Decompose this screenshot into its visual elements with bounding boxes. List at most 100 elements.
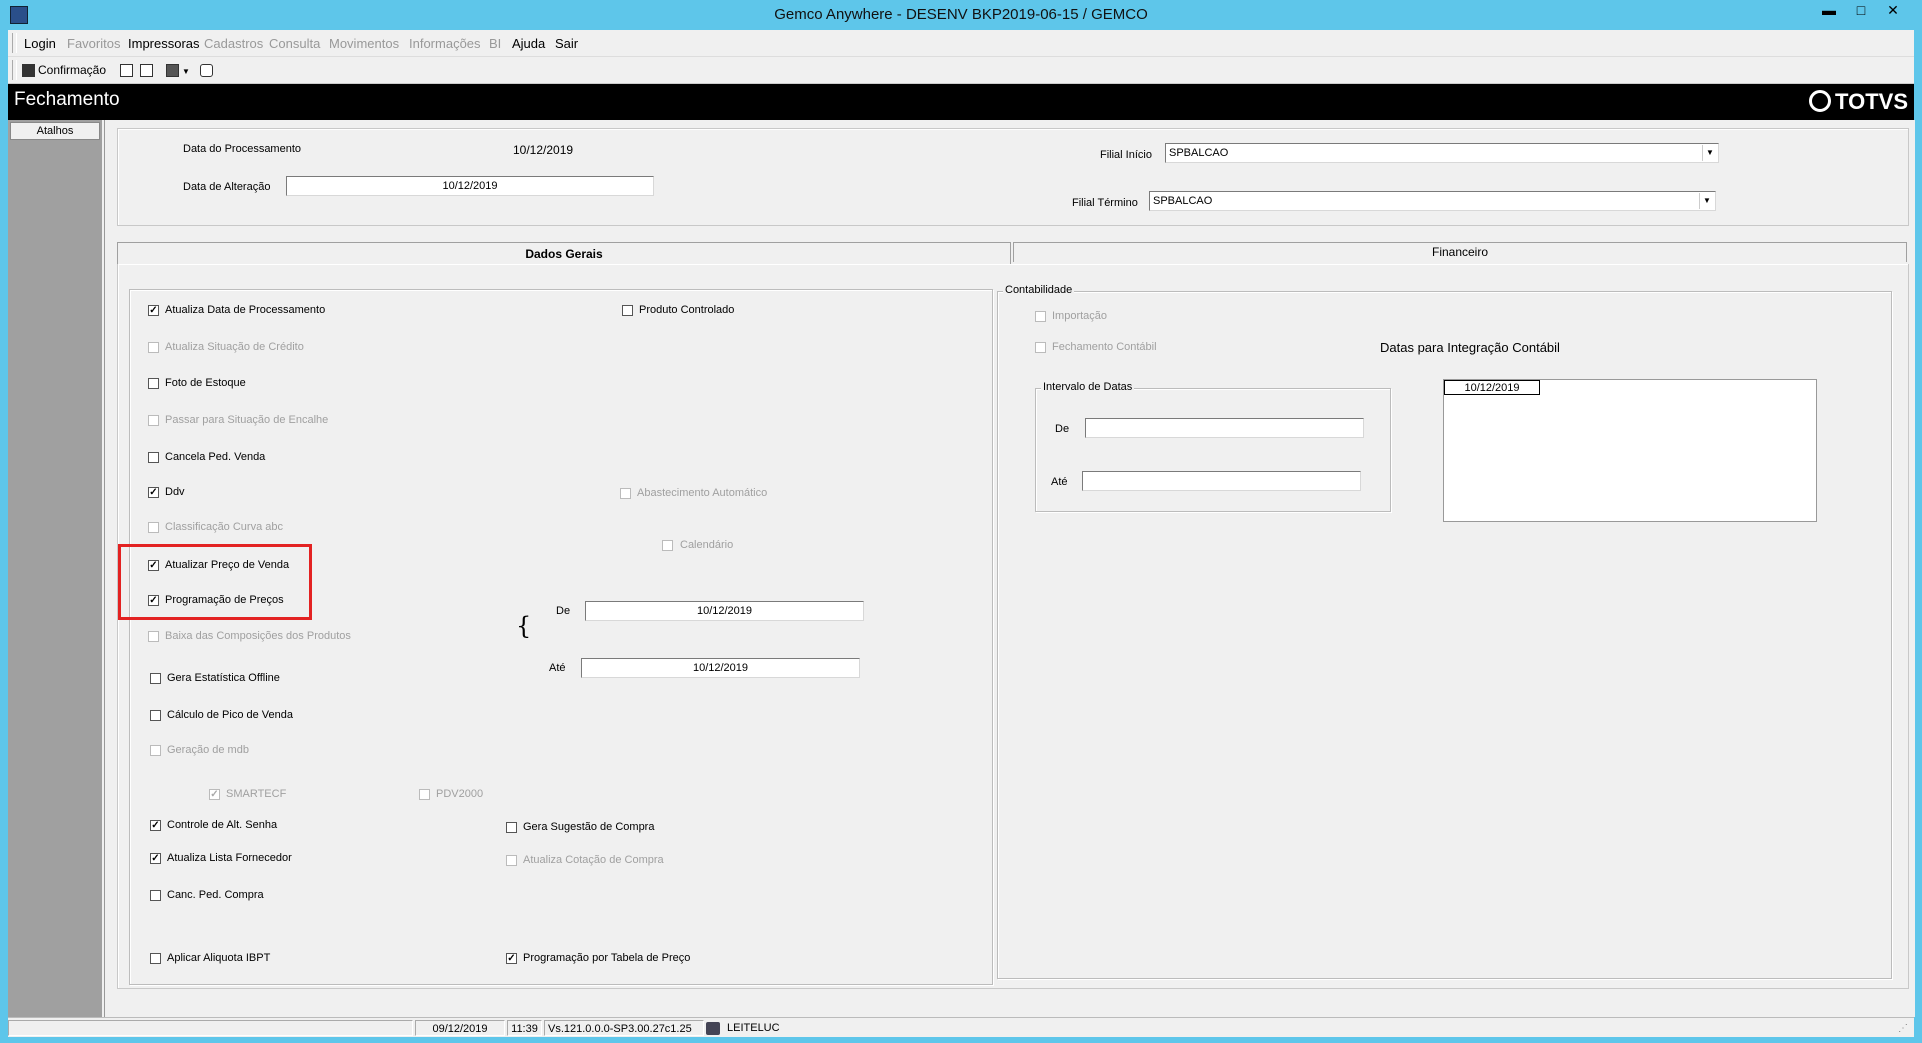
- menu-cadastros[interactable]: Cadastros: [204, 36, 263, 51]
- brace-icon: {: [516, 612, 532, 640]
- importacao-label: Importação: [1052, 310, 1108, 322]
- menu-impressoras[interactable]: Impressoras: [128, 36, 200, 51]
- importacao-checkbox[interactable]: [1035, 311, 1046, 322]
- atualiza-data-label: Atualiza Data de Processamento: [165, 304, 326, 316]
- ddv-checkbox[interactable]: [148, 487, 159, 498]
- status-cell-empty: [8, 1020, 413, 1036]
- contab-de-field[interactable]: [1085, 418, 1364, 438]
- filial-termino-select[interactable]: SPBALCAO ▼: [1149, 191, 1716, 211]
- totvs-logo-icon: [1809, 90, 1832, 112]
- contab-ate-field[interactable]: [1082, 471, 1361, 491]
- tab-financeiro[interactable]: Financeiro: [1013, 242, 1907, 262]
- canc-ped-compra-checkbox[interactable]: [150, 890, 161, 901]
- menu-movimentos[interactable]: Movimentos: [329, 36, 399, 51]
- window-frame-right: [1914, 30, 1922, 1043]
- close-button[interactable]: ✕: [1880, 1, 1906, 21]
- gera-estatistica-label: Gera Estatística Offline: [167, 672, 280, 684]
- data-processamento-value: 10/12/2019: [513, 143, 574, 157]
- produto-controlado-checkbox[interactable]: [622, 305, 633, 316]
- calculo-pico-checkbox[interactable]: [150, 710, 161, 721]
- aplicar-ibpt-checkbox[interactable]: [150, 953, 161, 964]
- copy-button[interactable]: [140, 61, 156, 79]
- calendario-checkbox[interactable]: [662, 540, 673, 551]
- status-bar: 09/12/2019 11:39 Vs.121.0.0.0-SP3.00.27c…: [8, 1017, 1914, 1038]
- toolbar: Confirmação ▼: [8, 57, 1914, 84]
- contabilidade-title: Contabilidade: [1003, 284, 1075, 296]
- maximize-button[interactable]: □: [1848, 1, 1874, 21]
- print-button[interactable]: ▼: [166, 61, 190, 79]
- prog-de-field[interactable]: 10/12/2019: [585, 601, 864, 621]
- datas-integracao-list[interactable]: 10/12/2019: [1443, 379, 1817, 522]
- data-alteracao-field[interactable]: 10/12/2019: [286, 176, 654, 196]
- menu-sair[interactable]: Sair: [555, 36, 578, 51]
- pdv2000-checkbox[interactable]: [419, 789, 430, 800]
- passar-encalhe-checkbox[interactable]: [148, 415, 159, 426]
- status-user: LEITELUC: [727, 1022, 780, 1034]
- window-title: Gemco Anywhere - DESENV BKP2019-06-15 / …: [774, 6, 1148, 23]
- menu-bi[interactable]: BI: [489, 36, 501, 51]
- minimize-button[interactable]: ▬: [1816, 1, 1842, 21]
- filial-termino-label: Filial Término: [1072, 197, 1138, 209]
- smartecf-checkbox[interactable]: [209, 789, 220, 800]
- atualiza-situacao-checkbox[interactable]: [148, 342, 159, 353]
- cancela-ped-venda-checkbox[interactable]: [148, 452, 159, 463]
- window-frame-left: [0, 30, 8, 1043]
- calculo-pico-label: Cálculo de Pico de Venda: [167, 709, 293, 721]
- window-frame-bottom: [0, 1037, 1922, 1043]
- aplicar-ibpt-label: Aplicar Aliquota IBPT: [167, 952, 271, 964]
- foto-estoque-label: Foto de Estoque: [165, 377, 246, 389]
- contab-ate-label: Até: [1051, 476, 1068, 488]
- page-title: Fechamento: [14, 89, 120, 110]
- filial-inicio-select[interactable]: SPBALCAO ▼: [1165, 143, 1719, 163]
- classificacao-abc-label: Classificação Curva abc: [165, 521, 283, 533]
- foto-estoque-checkbox[interactable]: [148, 378, 159, 389]
- fechamento-contabil-checkbox[interactable]: [1035, 342, 1046, 353]
- datas-integracao-label: Datas para Integração Contábil: [1380, 340, 1560, 355]
- title-bar: Gemco Anywhere - DESENV BKP2019-06-15 / …: [0, 0, 1922, 30]
- programacao-tabela-checkbox[interactable]: [506, 953, 517, 964]
- intervalo-datas-group: [1035, 388, 1391, 512]
- menu-consulta[interactable]: Consulta: [269, 36, 320, 51]
- resize-grip-icon[interactable]: ⋰: [1898, 1023, 1908, 1034]
- atualiza-data-checkbox[interactable]: [148, 305, 159, 316]
- cancela-ped-venda-label: Cancela Ped. Venda: [165, 451, 266, 463]
- fechamento-contabil-label: Fechamento Contábil: [1052, 341, 1157, 353]
- list-item[interactable]: 10/12/2019: [1444, 380, 1540, 395]
- passar-encalhe-label: Passar para Situação de Encalhe: [165, 414, 329, 426]
- produto-controlado-label: Produto Controlado: [639, 304, 735, 316]
- baixa-composicoes-checkbox[interactable]: [148, 631, 159, 642]
- atalhos-button[interactable]: Atalhos: [10, 122, 100, 140]
- gera-estatistica-checkbox[interactable]: [150, 673, 161, 684]
- confirm-label: Confirmação: [38, 63, 107, 77]
- menu-favoritos[interactable]: Favoritos: [67, 36, 120, 51]
- highlight-box: [118, 544, 312, 620]
- calendario-label: Calendário: [680, 539, 734, 551]
- classificacao-abc-checkbox[interactable]: [148, 522, 159, 533]
- chevron-down-icon[interactable]: ▼: [1699, 193, 1714, 209]
- abastecimento-checkbox[interactable]: [620, 488, 631, 499]
- prog-ate-field[interactable]: 10/12/2019: [581, 658, 860, 678]
- print-dropdown-icon: ▼: [182, 67, 190, 76]
- totvs-logo: TOTVS: [1809, 89, 1908, 115]
- menu-ajuda[interactable]: Ajuda: [512, 36, 545, 51]
- controle-senha-checkbox[interactable]: [150, 820, 161, 831]
- help-button[interactable]: [200, 61, 216, 79]
- new-document-button[interactable]: [120, 61, 136, 79]
- chevron-down-icon[interactable]: ▼: [1702, 145, 1717, 161]
- menu-login[interactable]: Login: [24, 36, 56, 51]
- tab-dados-gerais[interactable]: Dados Gerais: [117, 242, 1011, 266]
- canc-ped-compra-label: Canc. Ped. Compra: [167, 889, 264, 901]
- screen-header: Fechamento TOTVS: [8, 84, 1914, 120]
- data-processamento-label: Data do Processamento: [183, 143, 302, 155]
- atualiza-cotacao-label: Atualiza Cotação de Compra: [523, 854, 664, 866]
- gera-sugestao-checkbox[interactable]: [506, 822, 517, 833]
- status-version: Vs.121.0.0.0-SP3.00.27c1.25: [544, 1020, 704, 1036]
- menu-informacoes[interactable]: Informações: [409, 36, 481, 51]
- atualiza-cotacao-checkbox[interactable]: [506, 855, 517, 866]
- atualiza-fornecedor-checkbox[interactable]: [150, 853, 161, 864]
- geracao-mdb-checkbox[interactable]: [150, 745, 161, 756]
- prog-de-label: De: [556, 605, 571, 617]
- baixa-composicoes-label: Baixa das Composições dos Produtos: [165, 630, 351, 642]
- confirm-button[interactable]: Confirmação: [22, 61, 106, 79]
- gera-sugestao-label: Gera Sugestão de Compra: [523, 821, 655, 833]
